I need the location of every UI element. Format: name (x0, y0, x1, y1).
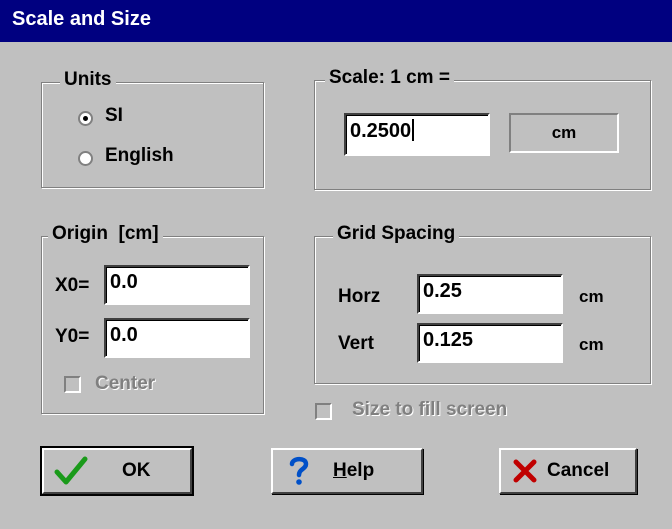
vert-input[interactable]: 0.125 (417, 323, 563, 363)
title-bar[interactable]: Scale and Size (0, 0, 672, 42)
vert-unit: cm (579, 335, 604, 354)
vert-label: Vert (338, 333, 374, 354)
help-label-rest: elp (346, 460, 375, 481)
cancel-label: Cancel (547, 460, 610, 481)
scale-input[interactable]: 0.2500 (344, 113, 490, 156)
radio-english-label[interactable]: English (105, 145, 174, 167)
checkmark-icon (54, 456, 88, 485)
horz-input[interactable]: 0.25 (417, 274, 563, 314)
scale-unit-box[interactable]: cm (509, 113, 619, 153)
ok-label: OK (122, 460, 151, 481)
y0-input[interactable]: 0.0 (104, 318, 250, 358)
scale-value: 0.2500 (350, 120, 412, 142)
cancel-button[interactable]: Cancel (499, 448, 637, 494)
size-to-fill-label[interactable]: Size to fill screen (352, 399, 507, 421)
y0-label: Y0= (55, 326, 90, 347)
radio-si[interactable] (78, 111, 93, 126)
x0-input[interactable]: 0.0 (104, 265, 250, 305)
center-label[interactable]: Center (95, 373, 155, 395)
text-caret (412, 119, 415, 141)
help-button[interactable]: Help (271, 448, 423, 494)
radio-si-label[interactable]: SI (105, 105, 123, 127)
units-legend: Units (60, 69, 116, 91)
help-mnemonic: H (333, 460, 347, 481)
horz-unit: cm (579, 287, 604, 306)
scale-unit: cm (551, 123, 577, 142)
ok-button[interactable]: OK (40, 446, 194, 496)
vert-value: 0.125 (423, 329, 474, 351)
x-icon (513, 459, 537, 483)
window-title: Scale and Size (12, 8, 151, 30)
x0-value: 0.0 (110, 271, 138, 293)
scale-legend: Scale: 1 cm = (325, 67, 454, 89)
x0-label: X0= (55, 275, 90, 296)
size-to-fill-checkbox[interactable] (315, 403, 332, 420)
origin-legend: Origin [cm] (48, 223, 163, 245)
units-group: Units (41, 69, 264, 188)
horz-label: Horz (338, 286, 381, 307)
horz-value: 0.25 (423, 280, 462, 302)
grid-spacing-legend: Grid Spacing (333, 223, 460, 245)
dialog-body: Units SI English Scale: 1 cm = 0.2500 cm… (0, 42, 672, 529)
question-mark-icon (289, 456, 309, 485)
help-label: Help (333, 460, 374, 482)
y0-value: 0.0 (110, 324, 138, 346)
radio-english[interactable] (78, 151, 93, 166)
radio-selected-dot (83, 116, 88, 121)
center-checkbox[interactable] (64, 376, 81, 393)
